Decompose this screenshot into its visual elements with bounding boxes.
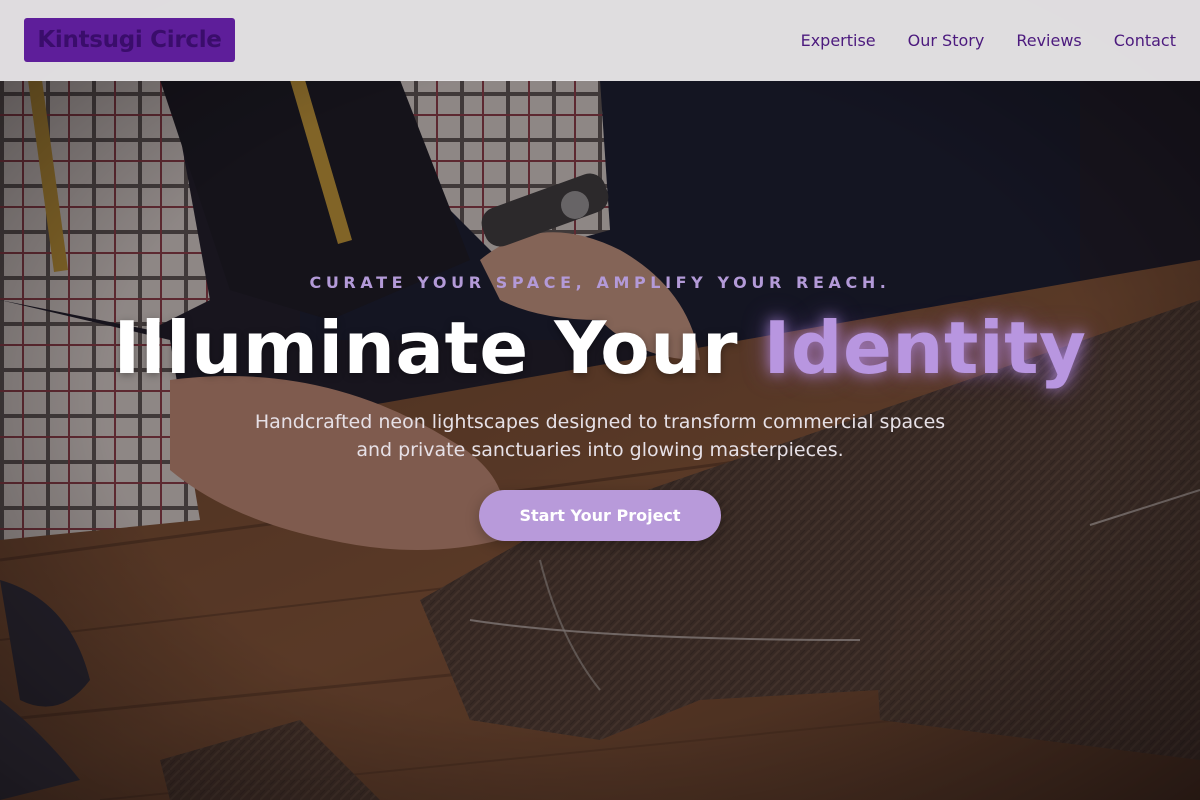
hero-section: CURATE YOUR SPACE, AMPLIFY YOUR REACH. I… [0,0,1200,800]
hero-subtitle: Handcrafted neon lightscapes designed to… [254,411,946,461]
headline-accent-text: Identity [763,306,1087,390]
headline-main-text: Illuminate Your [113,306,739,390]
landing-page: Kintsugi Circle Expertise Our Story Revi… [0,0,1200,800]
hero-headline: Illuminate Your Identity [0,304,1200,392]
hero-tagline: CURATE YOUR SPACE, AMPLIFY YOUR REACH. [309,273,891,292]
start-project-button[interactable]: Start Your Project [479,490,721,541]
